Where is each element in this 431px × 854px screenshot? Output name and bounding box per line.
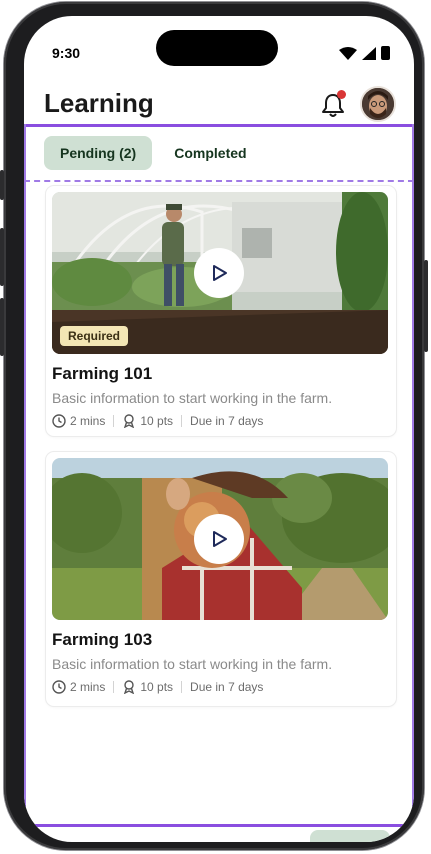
page-header: Learning xyxy=(44,86,396,128)
tab-pending[interactable]: Pending (2) xyxy=(44,136,153,170)
course-thumbnail[interactable] xyxy=(52,458,388,620)
play-button[interactable] xyxy=(194,514,244,564)
course-thumbnail[interactable]: Required xyxy=(52,192,388,354)
clock-icon xyxy=(52,680,66,694)
signal-icon xyxy=(362,46,376,60)
meta-divider xyxy=(181,681,183,693)
course-description: Basic information to start working in th… xyxy=(52,390,333,406)
meta-divider xyxy=(113,415,115,427)
status-icons xyxy=(339,46,390,60)
course-points: 10 pts xyxy=(140,414,174,428)
phone-frame: 9:30 Learning Pending (2) Completed Requ… xyxy=(0,2,428,850)
tab-completed[interactable]: Completed xyxy=(158,136,262,170)
award-icon xyxy=(124,414,135,428)
play-icon xyxy=(213,265,227,281)
dynamic-island xyxy=(156,30,278,66)
course-title: Farming 101 xyxy=(52,364,153,383)
course-description: Basic information to start working in th… xyxy=(52,656,333,672)
course-title: Farming 103 xyxy=(52,630,153,649)
notification-dot xyxy=(337,90,346,99)
bottom-action-button[interactable] xyxy=(310,830,390,842)
status-time: 9:30 xyxy=(52,45,81,61)
notifications-button[interactable] xyxy=(318,90,348,120)
meta-divider xyxy=(113,681,115,693)
selection-guide-top xyxy=(24,124,414,127)
app-screen: 9:30 Learning Pending (2) Completed Requ… xyxy=(24,16,414,842)
wifi-icon xyxy=(339,46,357,60)
course-duration: 2 mins xyxy=(70,414,106,428)
clock-icon xyxy=(52,414,66,428)
power-button xyxy=(424,260,428,352)
battery-icon xyxy=(381,46,390,60)
tab-bar: Pending (2) Completed xyxy=(44,136,263,170)
volume-down-button xyxy=(0,298,4,356)
course-card[interactable]: Farming 103 Basic information to start w… xyxy=(46,452,396,706)
page-title: Learning xyxy=(44,88,154,118)
selection-guide-left xyxy=(24,124,26,842)
course-meta: 2 mins 10 pts Due in 7 days xyxy=(52,680,263,694)
course-card[interactable]: Required Farming 101 Basic information t… xyxy=(46,186,396,436)
required-badge: Required xyxy=(60,326,129,346)
selection-guide-dashed xyxy=(24,180,414,182)
play-button[interactable] xyxy=(194,248,244,298)
meta-divider xyxy=(181,415,183,427)
course-meta: 2 mins 10 pts Due in 7 days xyxy=(52,414,263,428)
course-due: Due in 7 days xyxy=(190,680,264,694)
selection-guide-right xyxy=(412,124,414,842)
avatar[interactable] xyxy=(360,86,396,122)
mute-switch xyxy=(0,170,4,200)
course-due: Due in 7 days xyxy=(190,414,264,428)
course-points: 10 pts xyxy=(140,680,174,694)
avatar-image xyxy=(362,88,394,120)
play-icon xyxy=(213,531,227,547)
award-icon xyxy=(124,680,135,694)
selection-guide-bottom xyxy=(24,824,414,827)
volume-up-button xyxy=(0,228,4,286)
course-duration: 2 mins xyxy=(70,680,106,694)
